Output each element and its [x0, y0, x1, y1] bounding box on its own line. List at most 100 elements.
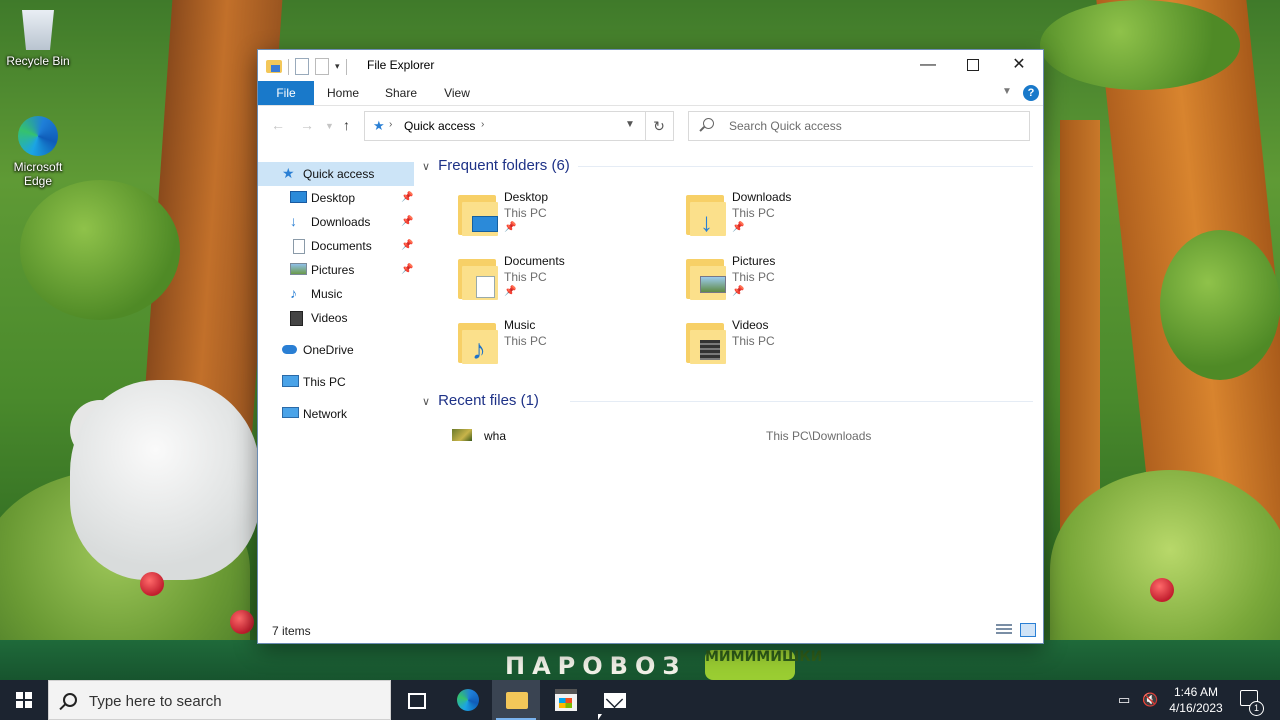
- nav-item-music[interactable]: ♪ Music: [258, 282, 414, 306]
- up-button[interactable]: ↑: [343, 117, 350, 133]
- address-dropdown-icon[interactable]: ▼: [625, 119, 635, 130]
- new-folder-icon[interactable]: [315, 58, 329, 75]
- nav-item-documents[interactable]: Documents 📌: [258, 234, 414, 258]
- breadcrumb-chevron-icon[interactable]: ›: [389, 119, 392, 130]
- taskbar-edge-button[interactable]: [443, 680, 491, 720]
- tab-share[interactable]: Share: [376, 81, 426, 105]
- folder-tile-pictures[interactable]: Pictures This PC 📌: [686, 254, 906, 314]
- desktop-icon-recycle-bin[interactable]: Recycle Bin: [0, 10, 76, 68]
- nav-label: Desktop: [311, 191, 356, 205]
- nav-label: Quick access: [303, 167, 375, 181]
- customize-toolbar-icon[interactable]: ▾: [335, 61, 340, 72]
- taskbar-search-box[interactable]: Type here to search: [48, 680, 391, 720]
- collapse-chevron-icon[interactable]: ∨: [422, 161, 430, 173]
- taskbar-file-explorer-button[interactable]: [492, 680, 540, 720]
- taskbar-store-button[interactable]: [541, 680, 589, 720]
- recent-file-name[interactable]: wha: [484, 429, 506, 443]
- volume-muted-icon[interactable]: 🔇: [1142, 692, 1158, 708]
- windows-logo-icon: [16, 692, 32, 708]
- help-icon[interactable]: ?: [1023, 85, 1039, 101]
- properties-icon[interactable]: [295, 58, 309, 75]
- wallpaper-foliage: [20, 180, 180, 320]
- wallpaper-show-logo: МИМИМИШКИ: [705, 650, 822, 680]
- search-box[interactable]: Search Quick access: [688, 111, 1030, 141]
- back-button[interactable]: ←: [271, 117, 285, 133]
- file-explorer-icon: [506, 692, 528, 709]
- window-title: File Explorer: [367, 58, 435, 72]
- details-view-icon[interactable]: [996, 624, 1012, 636]
- breadcrumb-quick-access[interactable]: Quick access: [404, 119, 475, 133]
- folder-tile-music[interactable]: ♪ Music This PC: [458, 318, 678, 378]
- search-icon: [63, 693, 77, 707]
- network-icon: [282, 407, 299, 418]
- recent-locations-button[interactable]: ▼: [325, 121, 334, 131]
- maximize-button[interactable]: [950, 50, 996, 81]
- address-bar[interactable]: ★ › Quick access › ▼: [364, 111, 646, 141]
- nav-item-onedrive[interactable]: OneDrive: [258, 338, 414, 362]
- image-file-thumbnail[interactable]: [452, 429, 472, 441]
- expand-ribbon-icon[interactable]: ▼: [1002, 86, 1012, 97]
- desktop-icon-edge[interactable]: Microsoft Edge: [0, 116, 76, 188]
- large-icons-view-icon[interactable]: [1020, 623, 1036, 637]
- nav-label: Pictures: [311, 263, 355, 277]
- toolbar-divider: [288, 58, 289, 75]
- task-view-button[interactable]: [392, 680, 440, 720]
- mouse-cursor-icon: [598, 714, 602, 720]
- folder-icon: [686, 320, 726, 364]
- folder-name: Documents: [504, 254, 565, 268]
- group-header-frequent[interactable]: ∨ Frequent folders (6): [422, 157, 570, 174]
- nav-item-network[interactable]: Network: [258, 402, 414, 426]
- folder-icon: [686, 256, 726, 300]
- nav-item-pictures[interactable]: Pictures 📌: [258, 258, 414, 282]
- folder-tile-desktop[interactable]: Desktop This PC 📌: [458, 190, 678, 250]
- title-bar[interactable]: ▾ File Explorer — ✕: [258, 50, 1043, 81]
- tab-view[interactable]: View: [433, 81, 481, 105]
- tab-file[interactable]: File: [258, 81, 314, 105]
- minimize-button[interactable]: —: [905, 50, 951, 81]
- task-view-icon: [408, 693, 426, 709]
- group-header-recent[interactable]: ∨ Recent files (1): [422, 392, 539, 409]
- desktop-icon: [290, 191, 307, 203]
- store-icon: [555, 689, 577, 711]
- wallpaper-bear: [70, 380, 260, 580]
- collapse-chevron-icon[interactable]: ∨: [422, 396, 430, 408]
- toolbar-divider: [345, 58, 347, 75]
- nav-label: Videos: [311, 311, 348, 325]
- nav-item-videos[interactable]: Videos: [258, 306, 414, 330]
- folder-tile-videos[interactable]: Videos This PC: [686, 318, 906, 378]
- explorer-app-icon: [266, 60, 282, 73]
- refresh-button[interactable]: ↻: [645, 111, 674, 141]
- star-icon: ★: [282, 165, 295, 181]
- breadcrumb-chevron-icon[interactable]: ›: [481, 119, 484, 130]
- file-explorer-window: ▾ File Explorer — ✕ File Home Share View…: [258, 50, 1043, 643]
- pin-icon: 📌: [504, 286, 517, 297]
- nav-item-downloads[interactable]: ↓ Downloads 📌: [258, 210, 414, 234]
- tab-home[interactable]: Home: [318, 81, 368, 105]
- close-button[interactable]: ✕: [996, 50, 1042, 81]
- clock-time: 1:46 AM: [1173, 685, 1219, 699]
- search-placeholder: Search Quick access: [729, 119, 842, 133]
- edge-icon: [18, 116, 58, 156]
- pictures-icon: [290, 263, 307, 275]
- folder-tile-downloads[interactable]: ↓ Downloads This PC 📌: [686, 190, 906, 250]
- computer-icon: [282, 375, 299, 387]
- desktop-icon: [472, 216, 498, 232]
- pin-icon: 📌: [401, 216, 414, 227]
- nav-item-desktop[interactable]: Desktop 📌: [258, 186, 414, 210]
- forward-button[interactable]: →: [300, 117, 314, 133]
- nav-item-quick-access[interactable]: ★ Quick access: [258, 162, 414, 186]
- folder-name: Downloads: [732, 190, 792, 204]
- folder-tile-documents[interactable]: Documents This PC 📌: [458, 254, 678, 314]
- wallpaper-foliage: [1160, 230, 1280, 380]
- nav-label: Network: [303, 407, 348, 421]
- nav-label: Music: [311, 287, 343, 301]
- network-tray-icon[interactable]: ▭: [1118, 692, 1130, 708]
- system-clock[interactable]: 1:46 AM 4/16/2023: [1162, 684, 1230, 716]
- nav-label: This PC: [303, 375, 346, 389]
- video-icon: [290, 311, 303, 326]
- nav-item-this-pc[interactable]: This PC: [258, 370, 414, 394]
- folder-location: This PC: [504, 270, 547, 284]
- start-button[interactable]: [0, 680, 48, 720]
- wallpaper-brand-logo: ПАРОВОЗ: [505, 652, 687, 680]
- folder-name: Desktop: [504, 190, 549, 204]
